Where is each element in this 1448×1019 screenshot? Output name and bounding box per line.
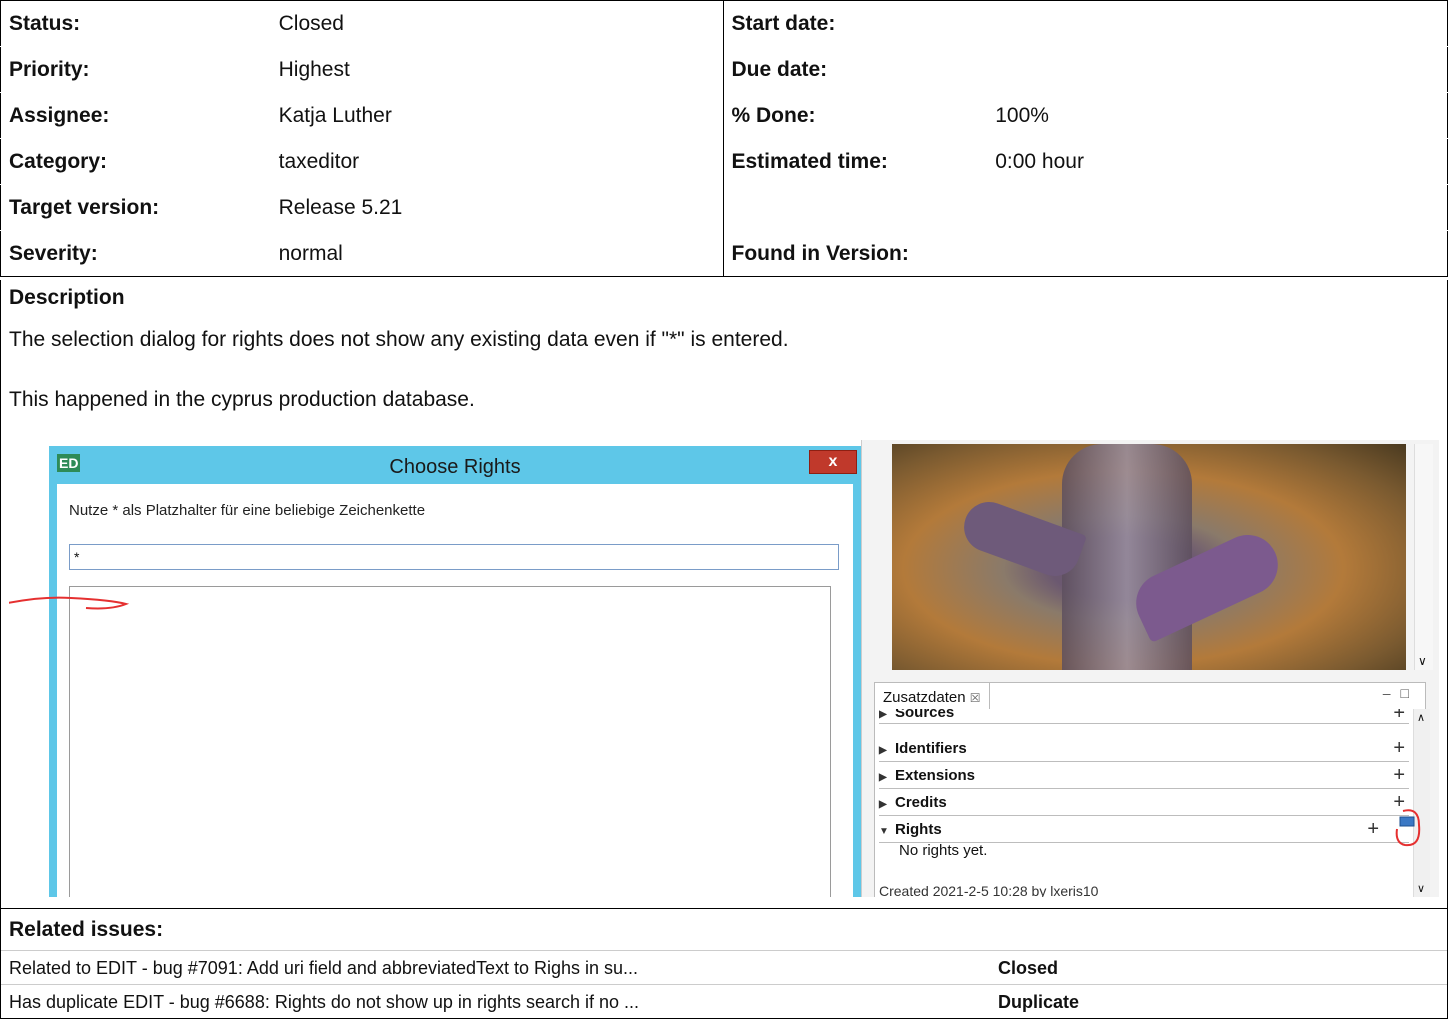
section-label: Credits xyxy=(895,794,947,811)
left-attr-label: Assignee: xyxy=(0,92,271,139)
attribute-row: Status: Closed Start date: xyxy=(1,0,1448,47)
right-attr-label: Found in Version: xyxy=(722,230,988,277)
section-sources[interactable]: ▶ Sources + xyxy=(879,709,1409,724)
section-extensions[interactable]: ▶ Extensions + xyxy=(879,763,1409,789)
attribute-row: Priority: Highest Due date: xyxy=(0,46,1448,93)
right-attr-label: Due date: xyxy=(722,46,988,93)
description-paragraph-2: This happened in the cyprus production d… xyxy=(9,388,475,411)
view-controls[interactable]: –□ xyxy=(1383,685,1419,701)
section-credits[interactable]: ▶ Credits + xyxy=(879,790,1409,816)
left-attr-value: Highest xyxy=(270,46,723,93)
left-attr-label: Status: xyxy=(9,11,81,35)
left-attr-value: Release 5.21 xyxy=(270,184,723,231)
section-label: Rights xyxy=(895,821,942,838)
add-icon[interactable]: + xyxy=(1393,763,1405,788)
right-attr-value: 100% xyxy=(987,92,1448,139)
annotation-underline xyxy=(9,596,130,610)
related-issues-section: Related issues: Related to EDIT - bug #7… xyxy=(0,908,1448,1019)
left-attr-value: Katja Luther xyxy=(270,92,723,139)
created-info: Created 2021-2-5 10:28 by lxeris10 xyxy=(879,883,1099,897)
no-rights-text: No rights yet. xyxy=(899,842,988,859)
left-attr-label: Category: xyxy=(0,138,271,185)
right-attr-label xyxy=(722,184,988,231)
right-attr-value xyxy=(987,1,1447,47)
attached-screenshot: ED Choose Rights x Nutze * als Platzhalt… xyxy=(9,440,1439,897)
related-issue-row: Has duplicate EDIT - bug #6688: Rights d… xyxy=(1,984,1447,1019)
right-attr-value xyxy=(987,184,1448,231)
right-attr-label: % Done: xyxy=(722,92,988,139)
minimize-icon[interactable]: – xyxy=(1383,685,1401,701)
related-issue-link[interactable]: Has duplicate EDIT - bug #6688: Rights d… xyxy=(9,985,639,1019)
left-attr-value: Closed xyxy=(278,11,344,35)
plant-photo xyxy=(892,444,1406,670)
left-attr-label: Severity: xyxy=(0,230,271,277)
collapsed-triangle-icon[interactable]: ▶ xyxy=(879,710,895,720)
left-attr-value: taxeditor xyxy=(270,138,723,185)
collapsed-triangle-icon[interactable]: ▶ xyxy=(879,792,895,817)
description-section: Description The selection dialog for rig… xyxy=(0,280,1448,909)
right-attr-label: Start date: xyxy=(722,0,988,47)
expanded-triangle-icon[interactable]: ▼ xyxy=(879,819,895,844)
add-icon[interactable]: + xyxy=(1393,736,1405,761)
section-label: Sources xyxy=(895,709,955,721)
issue-attributes-table: Status: Closed Start date: Priority: Highest… xyxy=(0,0,1448,277)
right-attr-label: Estimated time: xyxy=(722,138,988,185)
description-heading: Description xyxy=(9,286,125,309)
related-issue-link[interactable]: Related to EDIT - bug #7091: Add uri fie… xyxy=(9,951,638,985)
right-attr-value: 0:00 hour xyxy=(987,138,1448,185)
section-identifiers[interactable]: ▶ Identifiers + xyxy=(879,736,1409,762)
rights-results-list[interactable] xyxy=(69,586,831,897)
related-issues-heading: Related issues: xyxy=(9,918,164,941)
dialog-titlebar[interactable]: ED Choose Rights x xyxy=(49,446,861,484)
section-label: Extensions xyxy=(895,767,976,784)
collapsed-triangle-icon[interactable]: ▶ xyxy=(879,765,895,790)
section-rights[interactable]: ▼ Rights + xyxy=(879,817,1409,843)
detail-scrollbar[interactable]: ∧ ∨ xyxy=(1413,709,1430,897)
right-attr-value xyxy=(987,230,1448,277)
dialog-body: Nutze * als Platzhalter für eine beliebi… xyxy=(57,484,853,897)
chevron-up-icon: ∧ xyxy=(1417,712,1426,724)
tab-label: Zusatzdaten xyxy=(883,689,966,706)
add-icon[interactable]: + xyxy=(1367,817,1379,842)
attribute-row: Target version: Release 5.21 xyxy=(0,184,1448,231)
tab-close-icon[interactable]: ☒ xyxy=(970,691,981,705)
editor-right-panel: ∨ Zusatzdaten ☒ –□ ▶ Sources + ▶ Identifiers… xyxy=(861,440,1439,897)
section-label: Identifiers xyxy=(895,740,967,757)
attribute-row: Category: taxeditor Estimated time: 0:00 ho… xyxy=(0,138,1448,185)
dialog-close-button[interactable]: x xyxy=(809,450,857,474)
collapsed-triangle-icon[interactable]: ▶ xyxy=(879,738,895,763)
related-issue-status: Closed xyxy=(998,958,1059,978)
chevron-down-icon: ∨ xyxy=(1417,883,1426,895)
related-issue-row: Related to EDIT - bug #7091: Add uri fie… xyxy=(1,950,1447,985)
choose-rights-dialog: ED Choose Rights x Nutze * als Platzhalt… xyxy=(49,446,861,897)
right-attr-value xyxy=(987,46,1448,93)
image-scrollbar[interactable]: ∨ xyxy=(1414,444,1433,670)
rights-search-input[interactable]: * xyxy=(69,544,839,570)
maximize-icon[interactable]: □ xyxy=(1401,685,1419,701)
zusatzdaten-view: Zusatzdaten ☒ –□ ▶ Sources + ▶ Identifiers + ▶… xyxy=(874,682,1430,897)
description-paragraph-1: The selection dialog for rights does not… xyxy=(9,328,789,351)
attribute-row: Assignee: Katja Luther% Done: 100% xyxy=(0,92,1448,139)
left-attr-label: Target version: xyxy=(0,184,271,231)
add-icon[interactable]: + xyxy=(1393,709,1405,723)
dialog-title: Choose Rights xyxy=(389,456,521,478)
left-attr-value: normal xyxy=(270,230,723,277)
tab-zusatzdaten[interactable]: Zusatzdaten ☒ xyxy=(875,683,990,709)
attributes-body: Status: Closed Start date: Priority: Highest… xyxy=(0,0,1448,277)
wildcard-hint: Nutze * als Platzhalter für eine beliebi… xyxy=(69,502,426,519)
attribute-row: Severity: normal Found in Version: xyxy=(0,230,1448,277)
left-attr-label: Priority: xyxy=(0,46,271,93)
related-issue-status: Duplicate xyxy=(998,992,1080,1012)
chevron-down-icon: ∨ xyxy=(1418,654,1427,668)
annotation-circle xyxy=(1395,809,1421,847)
